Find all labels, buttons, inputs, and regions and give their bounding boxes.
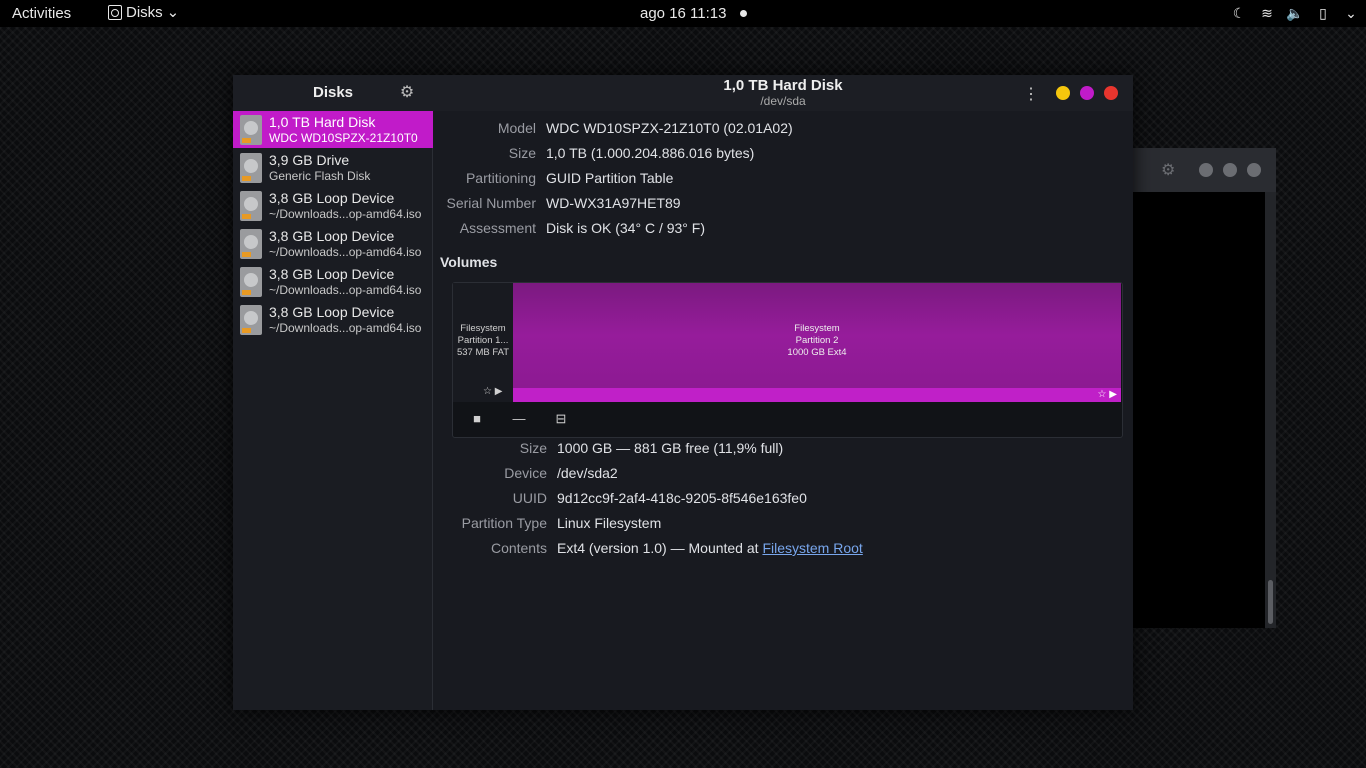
- device-name: 3,8 GB Loop Device: [269, 190, 395, 206]
- volume-icon[interactable]: 🔈: [1286, 4, 1304, 22]
- notification-dot: [740, 10, 747, 17]
- partition-2-line2: Partition 2: [795, 335, 839, 346]
- minimize-button[interactable]: [1199, 163, 1213, 177]
- gear-icon[interactable]: ⚙: [398, 84, 416, 102]
- volumes-heading: Volumes: [440, 254, 498, 270]
- partition-1-line2: Partition 1...: [457, 335, 509, 346]
- partition-1-label: Filesystem Partition 1... 537 MB FAT: [453, 323, 513, 359]
- partition-1-block[interactable]: Filesystem Partition 1... 537 MB FAT ☆ ▶: [453, 283, 513, 402]
- model-value: WDC WD10SPZX-21Z10T0 (02.01A02): [546, 120, 793, 136]
- uuid-value: 9d12cc9f-2af4-418c-9205-8f546e163fe0: [557, 490, 807, 506]
- app-menu-label: Disks: [126, 3, 163, 21]
- play-icon: ▶: [494, 386, 503, 397]
- scrollbar[interactable]: [1268, 580, 1273, 624]
- system-tray[interactable]: ☾ ≋ 🔈 ▯ ⌄: [1230, 4, 1360, 22]
- device-item[interactable]: 3,8 GB Loop Device ~/Downloads...op-amd6…: [233, 301, 433, 338]
- size-value: 1,0 TB (1.000.204.886.016 bytes): [546, 145, 755, 161]
- night-light-icon[interactable]: ☾: [1230, 4, 1248, 22]
- partition-type-value: Linux Filesystem: [557, 515, 662, 531]
- partition-1-icons: ☆ ▶: [483, 386, 502, 397]
- close-button[interactable]: [1104, 86, 1118, 100]
- clock[interactable]: ago 16 11:13: [640, 5, 726, 22]
- volumes-map: Filesystem Partition 1... 537 MB FAT ☆ ▶…: [452, 282, 1123, 438]
- hard-disk-icon: [240, 115, 262, 145]
- minimize-button[interactable]: [1056, 86, 1070, 100]
- size-label: Size: [508, 145, 536, 161]
- device-value: /dev/sda2: [557, 465, 618, 481]
- activities-button[interactable]: Activities: [12, 5, 71, 22]
- kebab-menu-icon[interactable]: ⋮: [1023, 84, 1039, 104]
- device-subtitle: Generic Flash Disk: [269, 169, 371, 183]
- contents-text: Ext4 (version 1.0) — Mounted at: [557, 540, 763, 556]
- serial-value: WD-WX31A97HET89: [546, 195, 681, 211]
- play-icon: ▶: [1109, 389, 1117, 400]
- disks-app-icon: [108, 4, 122, 20]
- contents-label: Contents: [490, 540, 547, 556]
- partition-2-label: Filesystem Partition 2 1000 GB Ext4: [513, 323, 1121, 359]
- serial-label: Serial Number: [446, 195, 536, 211]
- close-button[interactable]: [1247, 163, 1261, 177]
- background-window-header: ⚙: [1133, 148, 1276, 192]
- device-list: 1,0 TB Hard Disk WDC WD10SPZX-21Z10T0 3,…: [233, 111, 433, 710]
- drive-icon: [240, 153, 262, 183]
- assessment-label: Assessment: [459, 220, 536, 236]
- header-bar: Disks ⚙ 1,0 TB Hard Disk /dev/sda ⋮: [233, 75, 1133, 111]
- device-item[interactable]: 3,8 GB Loop Device ~/Downloads...op-amd6…: [233, 187, 433, 224]
- partition-1-line1: Filesystem: [460, 323, 506, 334]
- top-bar: Activities Disks ⌄ ago 16 11:13 ☾ ≋ 🔈 ▯ …: [0, 0, 1366, 27]
- disks-window: Disks ⚙ 1,0 TB Hard Disk /dev/sda ⋮ 1,0 …: [233, 75, 1133, 710]
- partition-2-line1: Filesystem: [794, 323, 840, 334]
- model-label: Model: [497, 120, 536, 136]
- device-name: 3,8 GB Loop Device: [269, 228, 395, 244]
- device-subtitle: ~/Downloads...op-amd64.iso: [269, 321, 422, 335]
- partitioning-value: GUID Partition Table: [546, 170, 674, 186]
- maximize-button[interactable]: [1223, 163, 1237, 177]
- device-item[interactable]: 1,0 TB Hard Disk WDC WD10SPZX-21Z10T0: [233, 111, 433, 148]
- device-subtitle: WDC WD10SPZX-21Z10T0: [269, 131, 418, 145]
- partition-2-line3: 1000 GB Ext4: [787, 347, 847, 358]
- battery-icon[interactable]: ▯: [1314, 4, 1332, 22]
- partition-1-line3: 537 MB FAT: [456, 347, 510, 358]
- loop-device-icon: [240, 305, 262, 335]
- partition-type-label: Partition Type: [461, 515, 547, 531]
- device-subtitle: ~/Downloads...op-amd64.iso: [269, 283, 422, 297]
- device-label: Device: [504, 465, 547, 481]
- device-subtitle: ~/Downloads...op-amd64.iso: [269, 207, 422, 221]
- background-window-content: [1133, 192, 1265, 628]
- uuid-label: UUID: [512, 490, 547, 506]
- device-name: 1,0 TB Hard Disk: [269, 114, 376, 130]
- partition-options-button[interactable]: ⊟: [550, 408, 572, 430]
- device-name: 3,9 GB Drive: [269, 152, 350, 168]
- delete-partition-button[interactable]: —: [508, 408, 530, 430]
- app-menu[interactable]: Disks ⌄: [108, 3, 179, 21]
- partitioning-label: Partitioning: [465, 170, 536, 186]
- filesystem-root-link[interactable]: Filesystem Root: [762, 540, 862, 556]
- chevron-down-icon[interactable]: ⌄: [1342, 4, 1360, 22]
- contents-value: Ext4 (version 1.0) — Mounted at Filesyst…: [557, 540, 863, 556]
- partition-size-value: 1000 GB — 881 GB free (11,9% full): [557, 440, 784, 456]
- partition-size-label: Size: [519, 440, 547, 456]
- device-item[interactable]: 3,8 GB Loop Device ~/Downloads...op-amd6…: [233, 263, 433, 300]
- partition-2-icons: ☆ ▶: [1098, 388, 1117, 402]
- loop-device-icon: [240, 267, 262, 297]
- unmount-stop-button[interactable]: ■: [466, 408, 488, 430]
- wifi-icon[interactable]: ≋: [1258, 4, 1276, 22]
- device-name: 3,8 GB Loop Device: [269, 304, 395, 320]
- device-item[interactable]: 3,9 GB Drive Generic Flash Disk: [233, 149, 433, 186]
- device-item[interactable]: 3,8 GB Loop Device ~/Downloads...op-amd6…: [233, 225, 433, 262]
- background-window[interactable]: ⚙: [1133, 148, 1276, 628]
- loop-device-icon: [240, 229, 262, 259]
- maximize-button[interactable]: [1080, 86, 1094, 100]
- device-subtitle: ~/Downloads...op-amd64.iso: [269, 245, 422, 259]
- star-icon: ☆: [1097, 389, 1107, 400]
- loop-device-icon: [240, 191, 262, 221]
- star-icon: ☆: [483, 386, 492, 397]
- gear-icon[interactable]: ⚙: [1161, 160, 1175, 180]
- device-name: 3,8 GB Loop Device: [269, 266, 395, 282]
- assessment-value: Disk is OK (34° C / 93° F): [546, 220, 706, 236]
- partition-2-block[interactable]: Filesystem Partition 2 1000 GB Ext4: [513, 283, 1121, 388]
- partition-2-usage-bar: ☆ ▶: [513, 388, 1121, 402]
- chevron-down-icon: ⌄: [166, 4, 180, 21]
